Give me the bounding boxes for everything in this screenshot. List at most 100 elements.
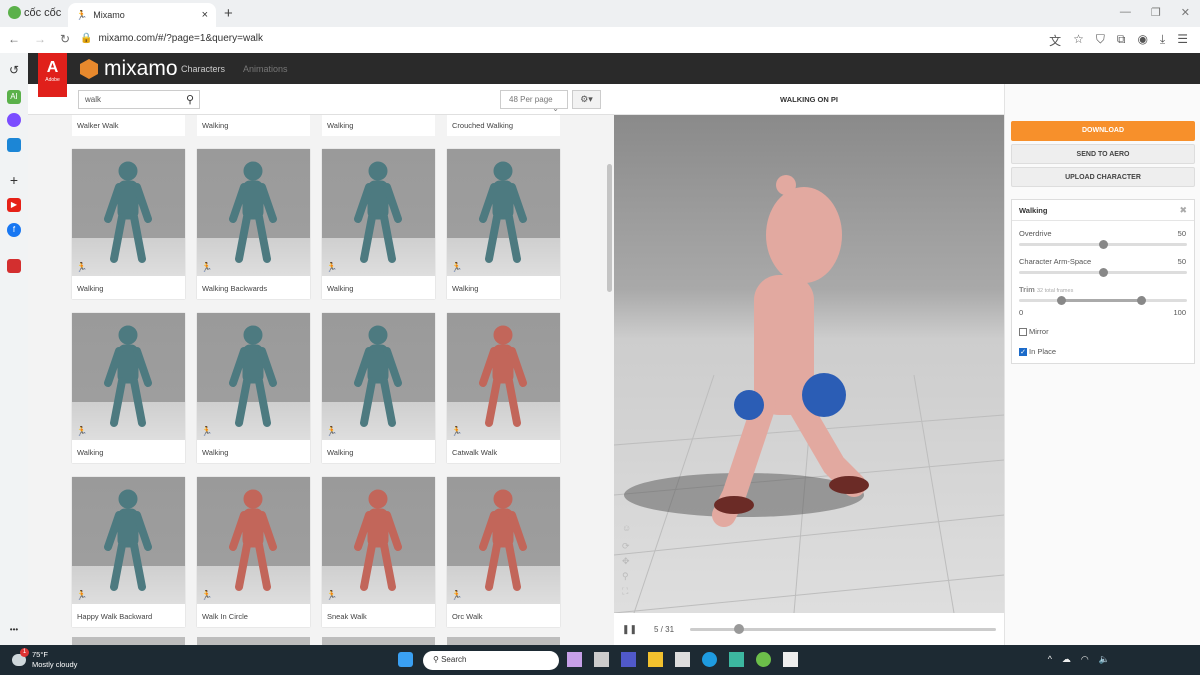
search-input[interactable]: walk ⚲ bbox=[78, 90, 200, 109]
start-icon[interactable] bbox=[398, 652, 413, 667]
taskbar-search[interactable]: ⚲ Search bbox=[423, 651, 559, 670]
shield-icon[interactable]: ⛉ bbox=[1096, 32, 1105, 49]
rotate-icon[interactable]: ⟳ bbox=[622, 541, 630, 552]
ai-icon[interactable]: AI bbox=[7, 90, 21, 104]
facebook-icon[interactable]: f bbox=[7, 223, 21, 237]
teams-icon[interactable] bbox=[621, 652, 636, 667]
animation-card[interactable]: 🏃 Walking bbox=[72, 313, 185, 463]
coccoc-taskbar-icon[interactable] bbox=[756, 652, 771, 667]
app-icon[interactable] bbox=[7, 259, 21, 273]
in-place-checkbox[interactable]: ✓ In Place bbox=[1019, 347, 1056, 356]
history-icon[interactable]: ↺ bbox=[7, 63, 21, 77]
animation-card[interactable]: 🏃 Walking bbox=[322, 313, 435, 463]
add-icon[interactable]: + bbox=[7, 173, 21, 187]
card-label-partial[interactable]: Walker Walk bbox=[72, 115, 185, 136]
card-partial[interactable] bbox=[72, 637, 185, 645]
animation-thumbnail[interactable]: 🏃 bbox=[72, 477, 185, 604]
wifi-icon[interactable]: ◠ bbox=[1081, 654, 1089, 665]
store-icon[interactable] bbox=[675, 652, 690, 667]
mirror-checkbox[interactable]: Mirror bbox=[1019, 327, 1049, 336]
animation-thumbnail[interactable]: 🏃 bbox=[197, 313, 310, 440]
trim-start-handle[interactable] bbox=[1057, 296, 1066, 305]
overdrive-handle[interactable] bbox=[1099, 240, 1108, 249]
animation-card[interactable]: 🏃 Walking bbox=[72, 149, 185, 299]
extensions-icon[interactable]: ⧉ bbox=[1117, 32, 1126, 49]
onedrive-icon[interactable]: ☁ bbox=[1062, 654, 1071, 665]
skeleton-icon[interactable]: ⛶ bbox=[622, 586, 628, 597]
edge-icon[interactable] bbox=[702, 652, 717, 667]
per-page-select[interactable]: 48 Per page ⌄ bbox=[500, 90, 568, 113]
messenger-icon[interactable] bbox=[7, 113, 21, 127]
trim-end-handle[interactable] bbox=[1137, 296, 1146, 305]
animation-thumbnail[interactable]: 🏃 bbox=[322, 149, 435, 276]
menu-icon[interactable]: ☰ bbox=[1177, 32, 1188, 49]
animation-thumbnail[interactable]: 🏃 bbox=[197, 477, 310, 604]
more-icon[interactable]: ••• bbox=[7, 623, 21, 637]
maximize-icon[interactable]: ❐ bbox=[1151, 6, 1161, 19]
zalo-icon[interactable] bbox=[7, 138, 21, 152]
animation-thumbnail[interactable]: 🏃 bbox=[322, 313, 435, 440]
forward-icon[interactable]: → bbox=[34, 32, 46, 46]
copilot-icon[interactable] bbox=[567, 652, 582, 667]
animation-card[interactable]: 🏃 Catwalk Walk bbox=[447, 313, 560, 463]
animation-thumbnail[interactable]: 🏃 bbox=[447, 149, 560, 276]
animation-thumbnail[interactable]: 🏃 bbox=[447, 313, 560, 440]
close-tab-icon[interactable]: × bbox=[202, 9, 208, 21]
armspace-handle[interactable] bbox=[1099, 268, 1108, 277]
settings-gear-button[interactable]: ⚙▾ bbox=[572, 90, 601, 109]
upload-character-button[interactable]: UPLOAD CHARACTER bbox=[1011, 167, 1195, 187]
camera-icon[interactable]: ☺ bbox=[622, 523, 631, 533]
pan-icon[interactable]: ✥ bbox=[622, 556, 630, 567]
reload-icon[interactable]: ↻ bbox=[60, 32, 70, 46]
animation-card[interactable]: 🏃 Walking bbox=[447, 149, 560, 299]
animation-card[interactable]: 🏃 Walk In Circle bbox=[197, 477, 310, 627]
task-view-icon[interactable] bbox=[594, 652, 609, 667]
download-button[interactable]: DOWNLOAD bbox=[1011, 121, 1195, 141]
send-to-aero-button[interactable]: SEND TO AERO bbox=[1011, 144, 1195, 164]
animation-thumbnail[interactable]: 🏃 bbox=[72, 313, 185, 440]
overdrive-slider[interactable] bbox=[1019, 240, 1187, 249]
animation-thumbnail[interactable]: 🏃 bbox=[197, 149, 310, 276]
animation-thumbnail[interactable]: 🏃 bbox=[447, 477, 560, 604]
card-partial[interactable] bbox=[197, 637, 310, 645]
star-icon[interactable]: ☆ bbox=[1073, 32, 1084, 49]
timeline-handle[interactable] bbox=[733, 624, 744, 634]
new-tab-button[interactable]: + bbox=[224, 5, 233, 22]
scrollbar[interactable] bbox=[607, 164, 612, 292]
card-label-partial[interactable]: Walking bbox=[197, 115, 310, 136]
nav-animations[interactable]: Animations bbox=[243, 64, 288, 74]
card-label-partial[interactable]: Crouched Walking bbox=[447, 115, 560, 136]
profile-icon[interactable]: ◉ bbox=[1137, 32, 1147, 49]
file-explorer-icon[interactable] bbox=[648, 652, 663, 667]
animation-card[interactable]: 🏃 Happy Walk Backward bbox=[72, 477, 185, 627]
adobe-logo[interactable]: A Adobe bbox=[38, 53, 67, 97]
animation-card[interactable]: 🏃 Walking Backwards bbox=[197, 149, 310, 299]
trim-slider[interactable] bbox=[1019, 296, 1187, 305]
translate-icon[interactable]: 文 bbox=[1049, 32, 1061, 49]
zoom-icon[interactable]: ⚲ bbox=[622, 571, 629, 582]
browser-brand[interactable]: cốc cốc bbox=[8, 6, 61, 19]
animation-card[interactable]: 🏃 Sneak Walk bbox=[322, 477, 435, 627]
app-icon[interactable] bbox=[783, 652, 798, 667]
tab-mixamo[interactable]: 🏃 Mixamo × bbox=[68, 3, 216, 27]
armspace-slider[interactable] bbox=[1019, 268, 1187, 277]
animation-card[interactable]: 🏃 Walking bbox=[197, 313, 310, 463]
chevron-up-icon[interactable]: ^ bbox=[1048, 654, 1052, 665]
volume-icon[interactable]: 🔈 bbox=[1099, 654, 1110, 665]
mixamo-logo[interactable]: mixamo bbox=[80, 57, 178, 81]
animation-card[interactable]: 🏃 Walking bbox=[322, 149, 435, 299]
window-close-icon[interactable]: ✕ bbox=[1181, 6, 1190, 19]
url-field[interactable]: 🔒 mixamo.com/#/?page=1&query=walk bbox=[80, 33, 263, 44]
minimize-icon[interactable]: — bbox=[1120, 6, 1131, 19]
app-m-icon[interactable] bbox=[729, 652, 744, 667]
youtube-icon[interactable]: ▶ bbox=[7, 198, 21, 212]
animation-thumbnail[interactable]: 🏃 bbox=[72, 149, 185, 276]
card-partial[interactable] bbox=[447, 637, 560, 645]
close-icon[interactable]: ✖ bbox=[1179, 205, 1187, 216]
nav-characters[interactable]: Characters bbox=[181, 64, 225, 74]
search-icon[interactable]: ⚲ bbox=[186, 93, 194, 106]
3d-viewport[interactable]: ☺ ⟳ ✥ ⚲ ⛶ bbox=[614, 115, 1004, 613]
back-icon[interactable]: ← bbox=[8, 32, 20, 46]
download-icon[interactable]: ⤓ bbox=[1160, 32, 1165, 49]
animation-thumbnail[interactable]: 🏃 bbox=[322, 477, 435, 604]
